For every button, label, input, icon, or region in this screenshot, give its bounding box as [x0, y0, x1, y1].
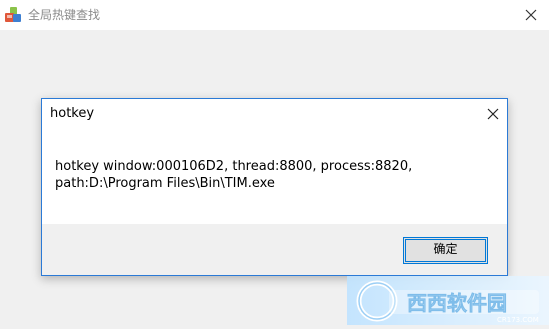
- app-window: 全局热键查找 hotkey hotkey window:000106D2, th…: [0, 0, 549, 325]
- dialog-close-icon[interactable]: [484, 105, 502, 123]
- dialog-title: hotkey: [50, 106, 95, 121]
- window-title: 全局热键查找: [28, 8, 101, 22]
- svg-text:CR173.COM: CR173.COM: [497, 316, 539, 324]
- ok-button[interactable]: 确定: [403, 237, 488, 264]
- dialog-message: hotkey window:000106D2, thread:8800, pro…: [55, 159, 413, 191]
- app-icon: [4, 6, 22, 24]
- message-dialog: hotkey hotkey window:000106D2, thread:88…: [41, 98, 508, 276]
- window-close-icon[interactable]: [521, 5, 541, 25]
- svg-text:西西软件园: 西西软件园: [407, 291, 507, 315]
- dialog-footer: 确定: [42, 224, 507, 275]
- title-bar: 全局热键查找: [0, 0, 549, 30]
- watermark-logo: 西西软件园 CR173.COM: [347, 276, 549, 325]
